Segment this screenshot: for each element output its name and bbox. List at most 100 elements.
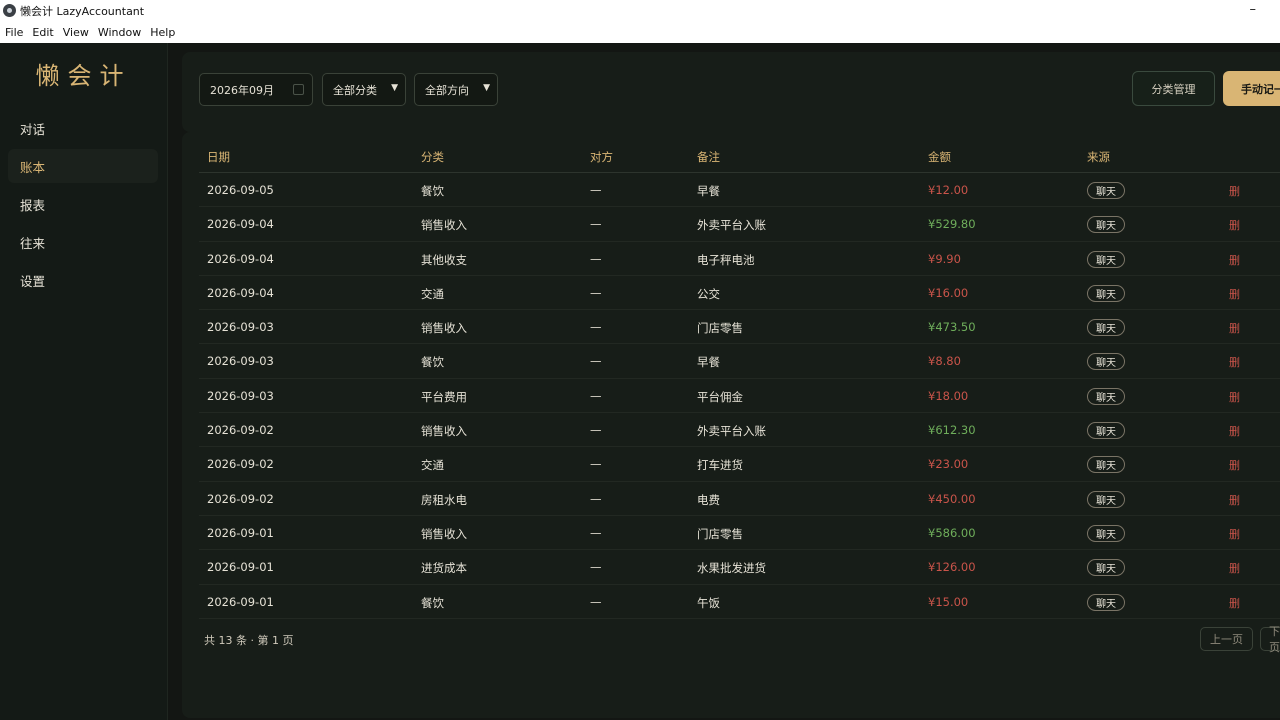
- menu-view[interactable]: View: [63, 26, 89, 39]
- cell-amount: ¥529.80: [928, 217, 976, 232]
- sidebar-item-ledger[interactable]: 账本: [8, 149, 158, 183]
- delete-button[interactable]: 删: [1229, 457, 1240, 473]
- cell-note: 外卖平台入账: [697, 424, 766, 439]
- table-row[interactable]: 2026-09-04 交通 — 公交 ¥16.00 聊天 删: [199, 276, 1280, 311]
- delete-button[interactable]: 删: [1229, 252, 1240, 268]
- sidebar-item-label: 设置: [20, 273, 46, 289]
- menu-window[interactable]: Window: [98, 26, 141, 39]
- source-badge: 聊天: [1087, 216, 1125, 234]
- cell-category: 销售收入: [421, 424, 467, 439]
- cell-note: 早餐: [697, 184, 720, 198]
- header-category[interactable]: 分类: [421, 149, 444, 165]
- delete-button[interactable]: 删: [1229, 526, 1240, 542]
- sidebar-item-settings[interactable]: 设置: [8, 263, 158, 297]
- category-manage-button[interactable]: 分类管理: [1132, 71, 1215, 106]
- menu-file[interactable]: File: [5, 26, 23, 39]
- cell-date: 2026-09-01: [207, 594, 274, 609]
- cell-category: 房租水电: [421, 492, 467, 507]
- cell-amount: ¥450.00: [928, 491, 976, 506]
- cell-amount: ¥126.00: [928, 560, 976, 575]
- menu-bar: File Edit View Window Help: [0, 21, 1280, 43]
- cell-date: 2026-09-02: [207, 423, 274, 438]
- header-counterparty[interactable]: 对方: [590, 149, 613, 165]
- cell-counterparty: —: [590, 491, 602, 506]
- menu-help[interactable]: Help: [150, 26, 175, 39]
- delete-button[interactable]: 删: [1229, 492, 1240, 508]
- category-select-value: 全部分类: [333, 83, 377, 97]
- minimize-icon[interactable]: –: [1250, 2, 1257, 17]
- sidebar-item-accounts[interactable]: 往来: [8, 225, 158, 259]
- delete-button[interactable]: 删: [1229, 320, 1240, 336]
- cell-counterparty: —: [590, 251, 602, 266]
- delete-button[interactable]: 删: [1229, 595, 1240, 611]
- table-row[interactable]: 2026-09-03 平台费用 — 平台佣金 ¥18.00 聊天 删: [199, 379, 1280, 414]
- direction-select[interactable]: 全部方向 ▼: [414, 73, 498, 106]
- header-source[interactable]: 来源: [1087, 149, 1110, 165]
- table-row[interactable]: 2026-09-04 其他收支 — 电子秤电池 ¥9.90 聊天 删: [199, 242, 1280, 276]
- cell-category: 交通: [421, 286, 444, 301]
- cell-amount: ¥15.00: [928, 594, 969, 609]
- calendar-icon[interactable]: [293, 84, 304, 95]
- chevron-down-icon: ▼: [391, 83, 398, 93]
- title-bar: 懒会计 LazyAccountant –: [0, 0, 1280, 21]
- cell-note: 电子秤电池: [697, 252, 755, 267]
- menu-edit[interactable]: Edit: [32, 26, 53, 39]
- delete-button[interactable]: 删: [1229, 183, 1240, 199]
- next-page-button[interactable]: 下一页: [1260, 625, 1280, 654]
- table-row[interactable]: 2026-09-02 房租水电 — 电费 ¥450.00 聊天 删: [199, 482, 1280, 516]
- table-row[interactable]: 2026-09-03 餐饮 — 早餐 ¥8.80 聊天 删: [199, 344, 1280, 379]
- cell-category: 餐饮: [421, 355, 444, 370]
- filter-toolbar: 2026年09月 全部分类 ▼ 全部方向 ▼ 分类管理 手动记一笔: [182, 52, 1280, 132]
- cell-counterparty: —: [590, 320, 602, 335]
- cell-amount: ¥12.00: [928, 183, 969, 197]
- cell-counterparty: —: [590, 594, 602, 609]
- cell-note: 公交: [697, 286, 720, 301]
- cell-note: 早餐: [697, 355, 720, 370]
- cell-counterparty: —: [590, 560, 602, 575]
- table-row[interactable]: 2026-09-03 销售收入 — 门店零售 ¥473.50 聊天 删: [199, 310, 1280, 345]
- source-badge: 聊天: [1087, 490, 1125, 508]
- table-row[interactable]: 2026-09-01 餐饮 — 午饭 ¥15.00 聊天 删: [199, 585, 1280, 619]
- cell-counterparty: —: [590, 183, 602, 197]
- cell-date: 2026-09-03: [207, 388, 274, 403]
- source-badge: 聊天: [1087, 284, 1125, 302]
- header-note[interactable]: 备注: [697, 149, 720, 165]
- category-select[interactable]: 全部分类 ▼: [322, 73, 406, 106]
- cell-category: 交通: [421, 458, 444, 473]
- main-content: 2026年09月 全部分类 ▼ 全部方向 ▼ 分类管理 手动记一笔 日期 分类 …: [169, 43, 1280, 720]
- source-badge: 聊天: [1087, 353, 1125, 371]
- delete-button[interactable]: 删: [1229, 217, 1240, 233]
- ledger-table: 日期 分类 对方 备注 金额 来源 2026-09-05 餐饮 — 早餐 ¥12.00 聊…: [182, 132, 1280, 718]
- delete-button[interactable]: 删: [1229, 560, 1240, 576]
- cell-category: 平台费用: [421, 389, 467, 404]
- sidebar-nav: 对话 账本 报表 往来 设置: [0, 111, 167, 297]
- sidebar-item-label: 报表: [20, 197, 46, 213]
- prev-page-button[interactable]: 上一页: [1200, 627, 1253, 651]
- header-amount[interactable]: 金额: [928, 149, 951, 165]
- cell-date: 2026-09-02: [207, 491, 274, 506]
- header-date[interactable]: 日期: [207, 149, 230, 165]
- sidebar-item-chat[interactable]: 对话: [8, 111, 158, 145]
- sidebar-item-reports[interactable]: 报表: [8, 187, 158, 221]
- delete-button[interactable]: 删: [1229, 423, 1240, 439]
- table-row[interactable]: 2026-09-02 销售收入 — 外卖平台入账 ¥612.30 聊天 删: [199, 413, 1280, 448]
- month-picker[interactable]: 2026年09月: [199, 73, 313, 106]
- source-badge: 聊天: [1087, 524, 1125, 542]
- source-badge: 聊天: [1087, 387, 1125, 405]
- table-row[interactable]: 2026-09-02 交通 — 打车进货 ¥23.00 聊天 删: [199, 447, 1280, 482]
- cell-note: 水果批发进货: [697, 561, 766, 576]
- cell-date: 2026-09-02: [207, 457, 274, 472]
- manual-entry-button[interactable]: 手动记一笔: [1223, 71, 1280, 106]
- delete-button[interactable]: 删: [1229, 389, 1240, 405]
- window-title: 懒会计 LazyAccountant: [20, 4, 145, 18]
- source-badge: 聊天: [1087, 559, 1125, 577]
- delete-button[interactable]: 删: [1229, 354, 1240, 370]
- table-row[interactable]: 2026-09-01 进货成本 — 水果批发进货 ¥126.00 聊天 删: [199, 550, 1280, 585]
- table-row[interactable]: 2026-09-05 餐饮 — 早餐 ¥12.00 聊天 删: [199, 173, 1280, 208]
- cell-note: 门店零售: [697, 321, 743, 336]
- cell-date: 2026-09-01: [207, 560, 274, 575]
- table-row[interactable]: 2026-09-01 销售收入 — 门店零售 ¥586.00 聊天 删: [199, 516, 1280, 551]
- table-row[interactable]: 2026-09-04 销售收入 — 外卖平台入账 ¥529.80 聊天 删: [199, 207, 1280, 242]
- source-badge: 聊天: [1087, 593, 1125, 611]
- delete-button[interactable]: 删: [1229, 286, 1240, 302]
